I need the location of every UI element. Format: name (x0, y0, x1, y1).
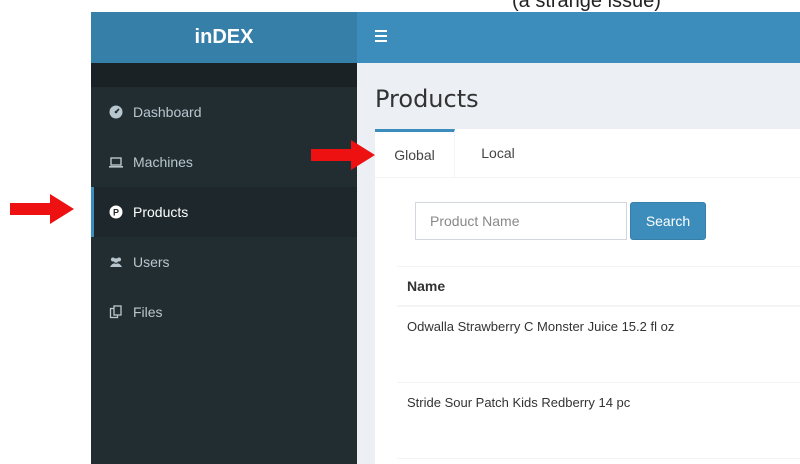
sidebar-item-label: Files (133, 304, 163, 320)
tab-bar: Global Local (375, 129, 800, 178)
sidebar-item-products[interactable]: P Products (91, 187, 357, 237)
sidebar-item-users[interactable]: Users (91, 237, 357, 287)
dashboard-icon (109, 105, 123, 119)
files-icon (109, 305, 123, 319)
table-row[interactable]: Stride Sour Patch Kids Redberry 14 pc (397, 383, 800, 459)
search-button[interactable]: Search (630, 202, 706, 240)
table-header-name[interactable]: Name (397, 267, 800, 307)
tabs-panel: Global Local Search Name Odwalla Strawbe… (375, 129, 800, 464)
sidebar: Dashboard Machines P Products Users File… (91, 63, 357, 464)
users-icon (109, 255, 123, 269)
top-navbar (357, 12, 800, 63)
sidebar-spacer (91, 63, 357, 87)
sidebar-item-label: Machines (133, 154, 193, 170)
app-window: inDEX Dashboard Machines P Products User… (91, 12, 800, 464)
sidebar-item-files[interactable]: Files (91, 287, 357, 337)
sidebar-item-label: Products (133, 204, 189, 220)
red-arrow-annotation-tab (311, 140, 375, 170)
laptop-icon (109, 155, 123, 169)
top-cropped-caption: (a strange issue) (0, 0, 800, 12)
sidebar-item-dashboard[interactable]: Dashboard (91, 87, 357, 137)
main-content: Products Global Local Search Name Odwall… (357, 63, 800, 464)
tab-local[interactable]: Local (463, 129, 533, 177)
product-name-search-input[interactable] (415, 202, 627, 240)
app-logo[interactable]: inDEX (91, 12, 357, 63)
cropped-caption-text: (a strange issue) (512, 0, 661, 12)
hamburger-menu-icon[interactable] (375, 28, 387, 42)
page-title: Products (375, 85, 479, 113)
sidebar-item-label: Dashboard (133, 104, 202, 120)
red-arrow-annotation-sidebar (10, 194, 74, 224)
svg-text:P: P (113, 208, 119, 218)
tab-global[interactable]: Global (375, 129, 455, 177)
products-table: Name Odwalla Strawberry C Monster Juice … (397, 266, 800, 459)
product-p-icon: P (109, 205, 123, 219)
sidebar-item-label: Users (133, 254, 170, 270)
table-row[interactable]: Odwalla Strawberry C Monster Juice 15.2 … (397, 307, 800, 383)
